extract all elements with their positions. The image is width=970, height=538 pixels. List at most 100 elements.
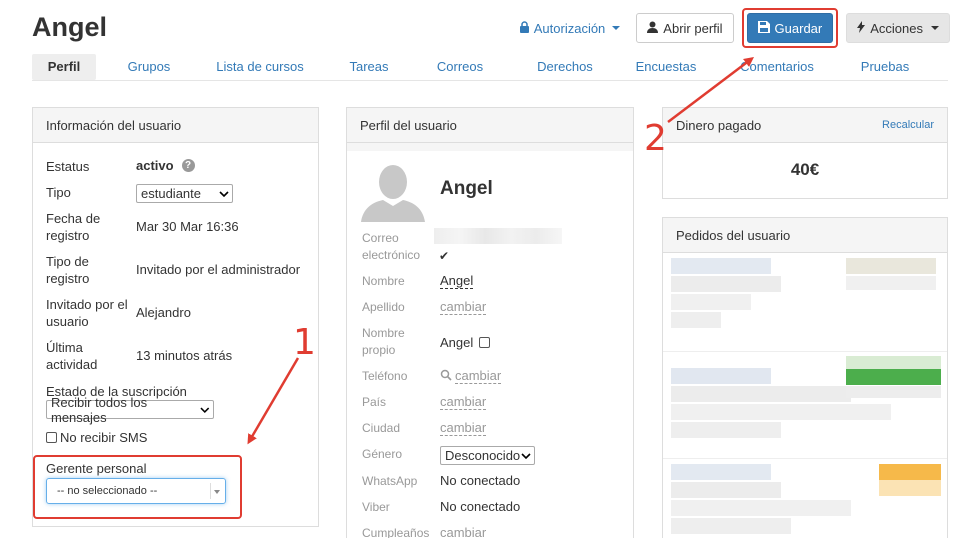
- actions-dropdown-button[interactable]: Acciones: [846, 13, 950, 43]
- top-toolbar: Autorización Abrir perfil Guardar Accion…: [519, 8, 950, 48]
- invited-by-value: Alejandro: [136, 305, 191, 320]
- user-icon: [647, 21, 659, 36]
- phone-row: cambiar: [440, 368, 502, 384]
- no-sms-label: No recibir SMS: [60, 430, 148, 445]
- own-name-row: Angel: [440, 335, 491, 350]
- actions-label: Acciones: [870, 20, 923, 36]
- viber-value: No conectado: [440, 499, 521, 514]
- bolt-icon: [857, 20, 866, 36]
- gender-label: Género: [362, 447, 403, 461]
- invited-by-label-line1: Invitado por el: [46, 297, 128, 312]
- caret-down-icon: [612, 26, 621, 30]
- last-activity-label: Última actividad: [46, 339, 97, 373]
- order-item-redacted[interactable]: [671, 258, 943, 348]
- panel-title: Información del usuario: [46, 117, 182, 133]
- save-button[interactable]: Guardar: [746, 13, 834, 43]
- lock-icon: [519, 20, 530, 36]
- email-label-line1: Correo: [362, 231, 399, 245]
- divider: [663, 351, 947, 352]
- own-name-label: Nombre propio: [362, 325, 405, 359]
- reg-type-value: Invitado por el administrador: [136, 262, 301, 277]
- phone-value[interactable]: cambiar: [455, 368, 502, 384]
- whatsapp-value: No conectado: [440, 473, 521, 488]
- reg-date-label: Fecha de registro: [46, 210, 100, 244]
- tab-pruebas[interactable]: Pruebas: [852, 54, 918, 80]
- last-activity-value[interactable]: 13 minutos atrás: [136, 348, 232, 363]
- panel-title: Dinero pagado: [676, 117, 762, 133]
- chevron-down-icon: [521, 452, 531, 459]
- reg-date-label-line2: registro: [46, 228, 90, 243]
- authorization-label: Autorización: [533, 20, 606, 36]
- annotation-number-2: 2: [644, 118, 667, 159]
- authorization-dropdown[interactable]: Autorización: [519, 21, 621, 36]
- city-value[interactable]: cambiar: [440, 420, 487, 436]
- tab-encuestas[interactable]: Encuestas: [630, 54, 702, 80]
- birthday-value[interactable]: cambiar: [440, 525, 486, 538]
- type-select[interactable]: estudiante: [136, 184, 233, 203]
- birthday-label: Cumpleaños: [362, 526, 430, 538]
- order-item-redacted[interactable]: [671, 356, 943, 454]
- tab-lista-de-cursos[interactable]: Lista de cursos: [202, 54, 318, 80]
- open-profile-label: Abrir perfil: [663, 20, 723, 36]
- phone-label: Teléfono: [362, 369, 408, 383]
- status-value: activo: [136, 158, 174, 173]
- header-spacer: [347, 143, 633, 151]
- no-sms-checkbox[interactable]: [46, 432, 57, 443]
- manager-highlight-box: [33, 455, 242, 519]
- chevron-down-icon: [219, 190, 229, 197]
- type-label: Tipo: [46, 185, 71, 200]
- email-label-line2: electrónico: [362, 248, 421, 262]
- recalculate-link[interactable]: Recalcular: [882, 119, 934, 131]
- last-activity-label-line2: actividad: [46, 357, 98, 372]
- user-orders-header: Pedidos del usuario: [663, 218, 947, 253]
- help-icon[interactable]: ?: [181, 159, 195, 172]
- last-name-label: Apellido: [362, 300, 405, 314]
- caret-down-icon: [931, 26, 939, 30]
- profile-name: Angel: [440, 178, 493, 199]
- gender-select-value: Desconocido: [445, 448, 521, 463]
- tab-comentarios[interactable]: Comentarios: [702, 54, 852, 80]
- verified-check-icon: ✔: [439, 249, 450, 263]
- no-sms-row: No recibir SMS: [46, 430, 147, 445]
- user-profile-header: Perfil del usuario: [347, 108, 633, 143]
- tab-correos[interactable]: Correos: [420, 54, 500, 80]
- first-name-value[interactable]: Angel: [440, 273, 474, 289]
- open-profile-button[interactable]: Abrir perfil: [636, 13, 734, 43]
- panel-title: Pedidos del usuario: [676, 227, 791, 243]
- status-label: Estatus: [46, 159, 90, 174]
- search-icon[interactable]: [440, 369, 452, 384]
- email-label: Correo electrónico: [362, 230, 420, 264]
- subscription-select-value: Recibir todos los mensajes: [51, 394, 148, 425]
- gender-select[interactable]: Desconocido: [440, 446, 535, 465]
- own-name-checkbox[interactable]: [479, 337, 491, 348]
- chevron-down-icon: [200, 407, 210, 413]
- order-item-redacted[interactable]: [671, 464, 943, 538]
- email-redacted: [434, 228, 562, 244]
- tab-grupos[interactable]: Grupos: [96, 54, 202, 80]
- reg-type-label-line1: Tipo de: [46, 254, 89, 269]
- panel-title: Perfil del usuario: [360, 117, 457, 133]
- page-title: Angel: [32, 12, 108, 42]
- profile-tabs: Perfil Grupos Lista de cursos Tareas Cor…: [32, 54, 948, 81]
- country-label: País: [362, 395, 387, 409]
- tab-derechos[interactable]: Derechos: [500, 54, 630, 80]
- country-value[interactable]: cambiar: [440, 394, 487, 410]
- tab-perfil[interactable]: Perfil: [32, 54, 96, 80]
- user-orders-panel: Pedidos del usuario: [662, 217, 948, 538]
- viber-label: Viber: [362, 500, 390, 514]
- save-highlight-box: Guardar: [741, 8, 839, 48]
- divider: [663, 458, 947, 459]
- invited-by-label: Invitado por el usuario: [46, 296, 128, 330]
- user-info-header: Información del usuario: [33, 108, 318, 143]
- user-profile-panel: Perfil del usuario Angel Correo electrón…: [346, 107, 634, 538]
- reg-type-label: Tipo de registro: [46, 253, 89, 287]
- status-value-row: activo ?: [136, 158, 195, 173]
- subscription-select[interactable]: Recibir todos los mensajes: [46, 395, 214, 425]
- last-name-value[interactable]: cambiar: [440, 299, 487, 315]
- avatar[interactable]: [361, 158, 425, 225]
- tab-tareas[interactable]: Tareas: [318, 54, 420, 80]
- first-name-label: Nombre: [362, 274, 405, 288]
- save-label: Guardar: [774, 20, 823, 36]
- money-amount: 40€: [790, 160, 820, 179]
- own-name-label-line2: propio: [362, 343, 396, 357]
